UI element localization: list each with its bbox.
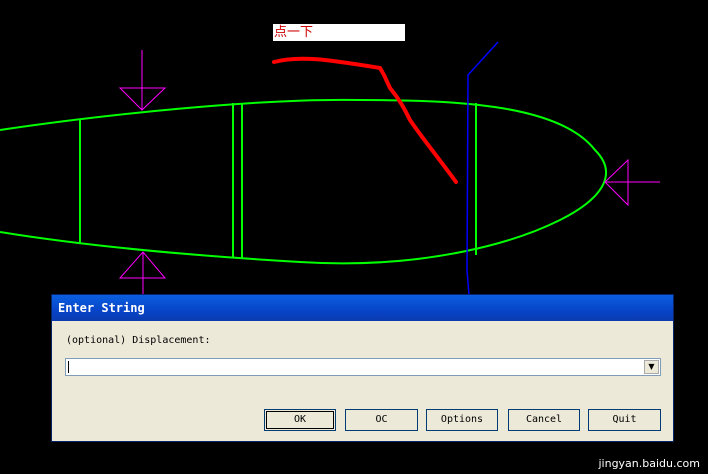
options-button[interactable]: Options bbox=[426, 409, 498, 431]
red-pen-annotation bbox=[272, 56, 458, 184]
ok-button[interactable]: OK bbox=[264, 409, 336, 431]
dialog-title: Enter String bbox=[52, 295, 673, 321]
cancel-button[interactable]: Cancel bbox=[508, 409, 580, 431]
watermark: jingyan.baidu.com bbox=[598, 457, 700, 470]
annotation-label: 点一下 bbox=[273, 24, 405, 41]
text-caret bbox=[68, 361, 69, 373]
enter-string-dialog: Enter String (optional) Displacement: ▼ … bbox=[51, 294, 674, 442]
blue-axis-line bbox=[466, 41, 499, 296]
oc-button[interactable]: OC bbox=[345, 409, 418, 431]
airfoil-outline bbox=[0, 98, 607, 265]
displacement-input[interactable]: ▼ bbox=[65, 358, 661, 376]
quit-button[interactable]: Quit bbox=[588, 409, 661, 431]
displacement-label: (optional) Displacement: bbox=[66, 335, 211, 346]
dropdown-arrow-icon[interactable]: ▼ bbox=[644, 360, 659, 374]
